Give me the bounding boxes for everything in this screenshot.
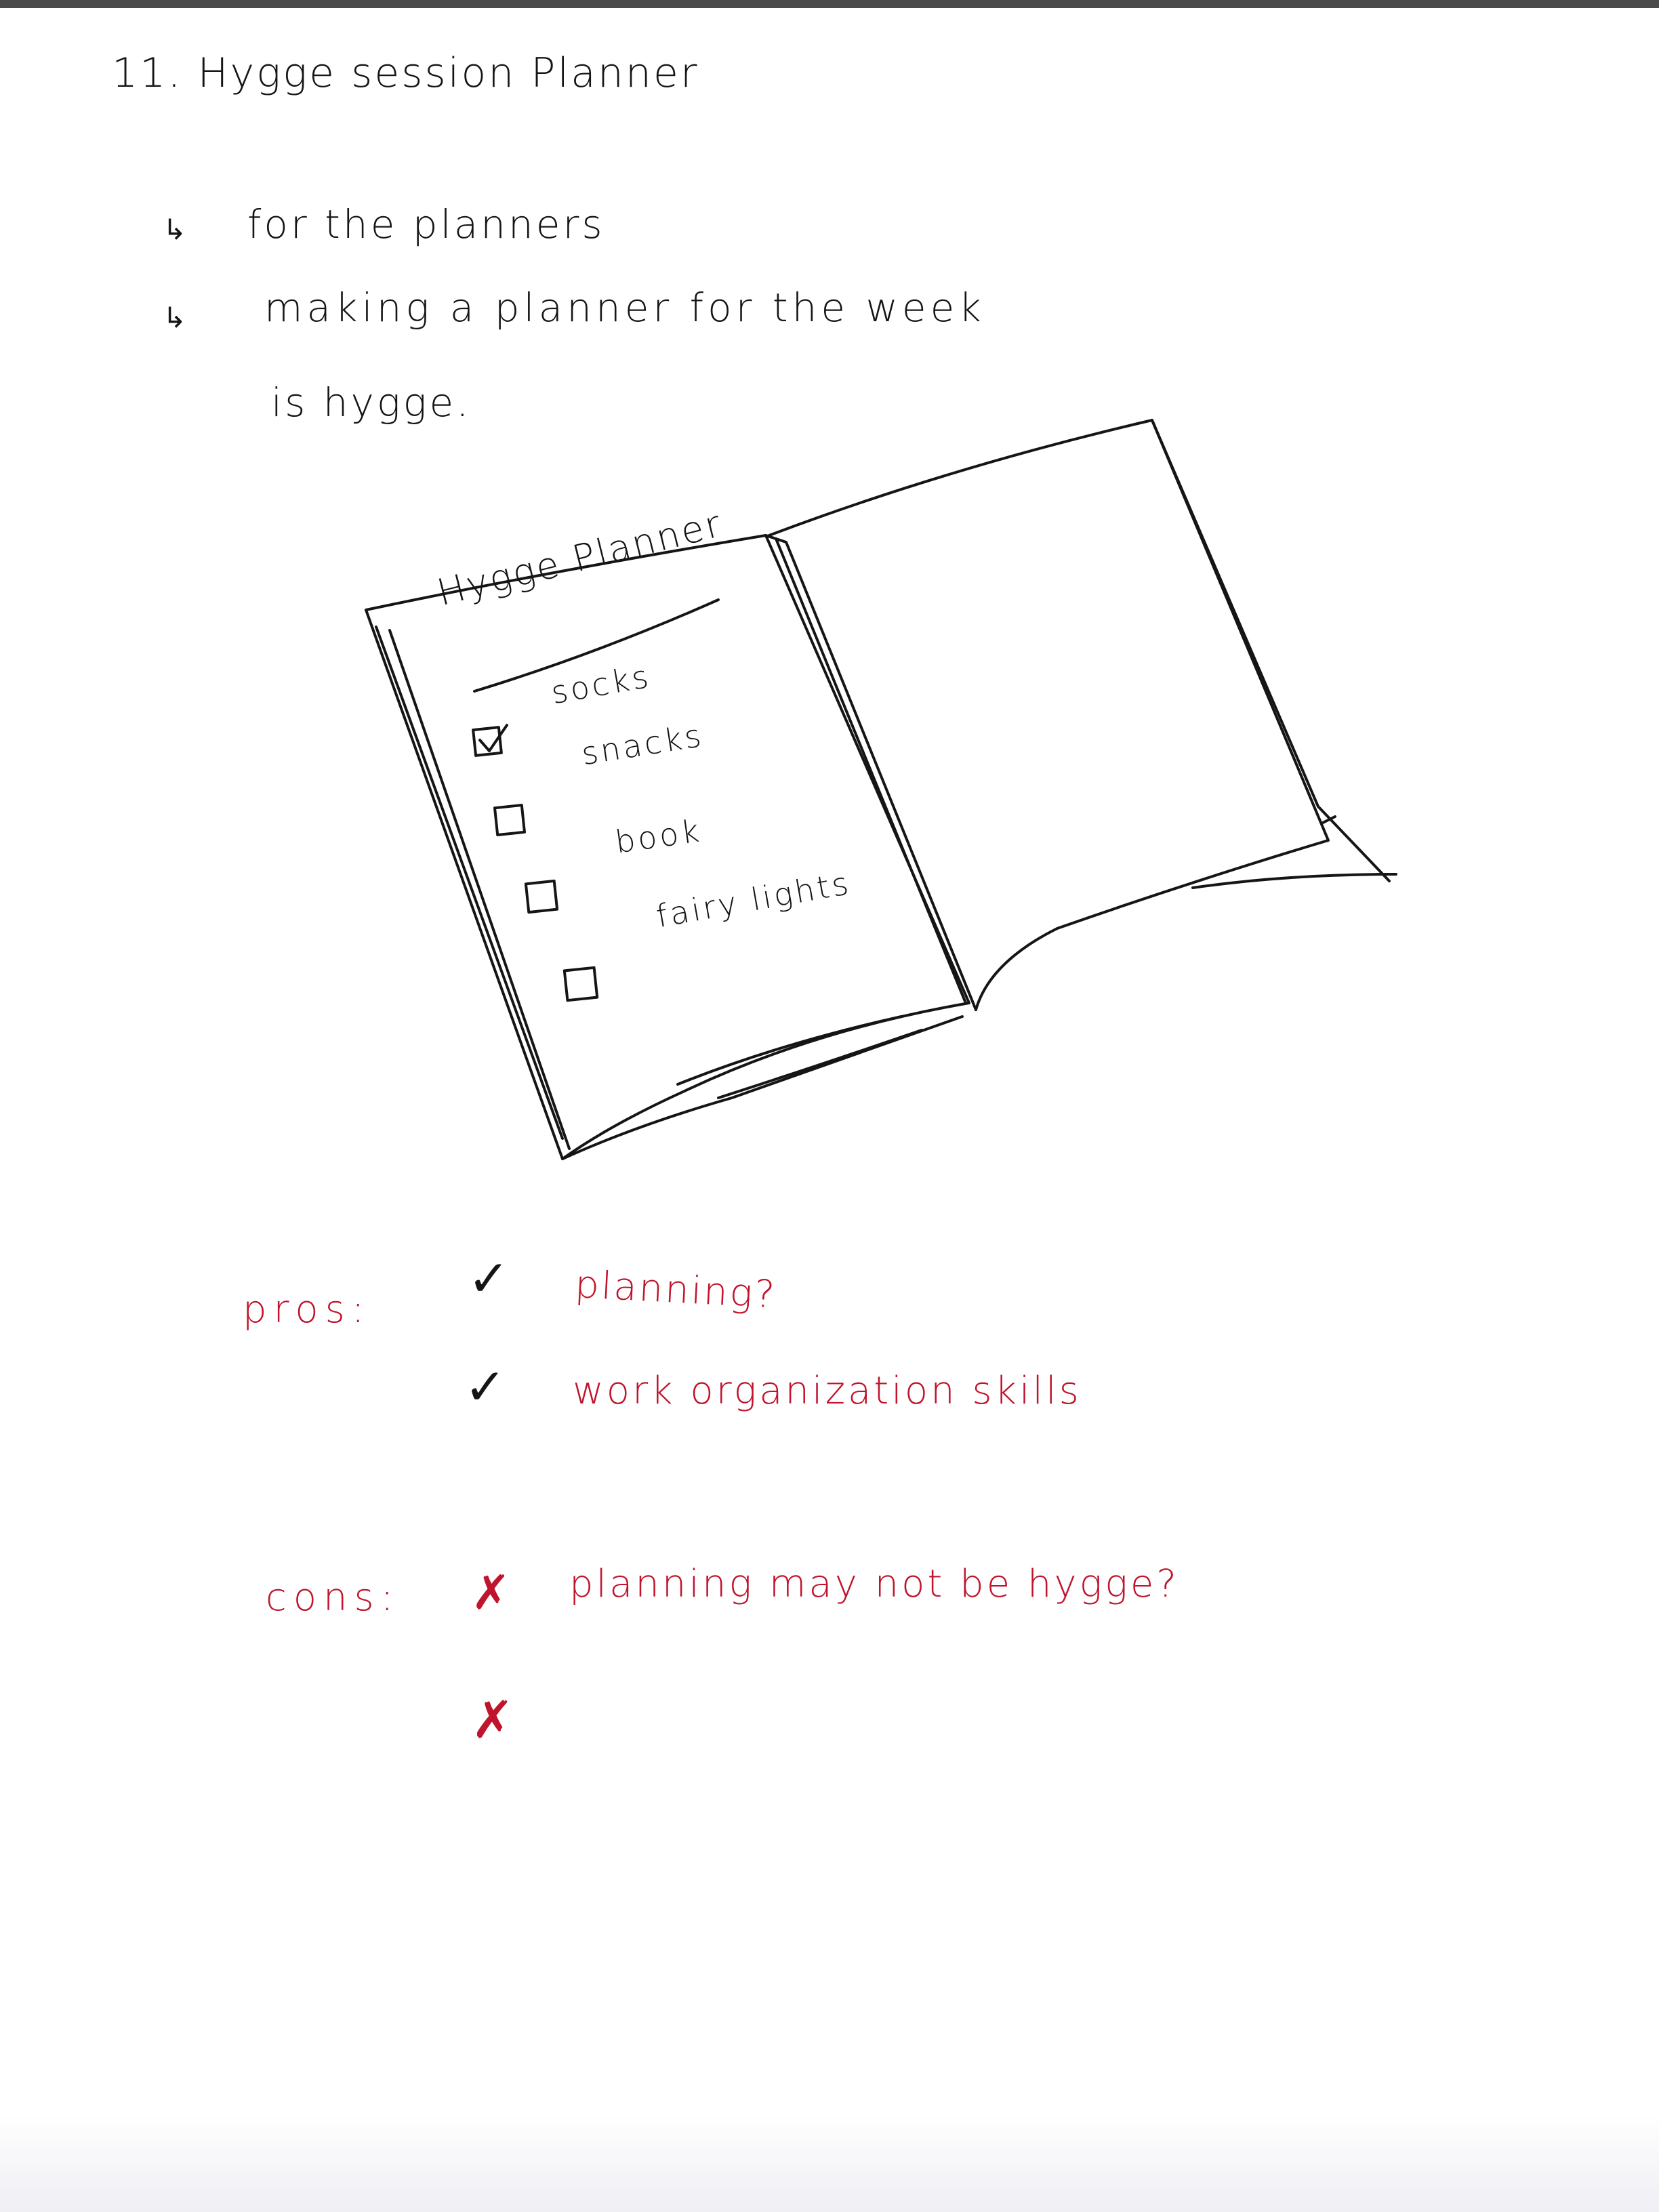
right-page-bottom-edge [1191,873,1397,889]
checkbox-icon [493,804,526,836]
pro-item: planning? [573,1263,778,1317]
cross-icon: ✗ [471,1565,511,1620]
page-bottom-shadow [0,2114,1659,2212]
cons-label: cons: [266,1576,401,1620]
planner-book-sketch [365,419,1397,1160]
left-page-edge [388,629,571,1150]
book-spine [775,537,967,1004]
con-item: planning may not be hygge? [569,1562,1180,1606]
pro-item: work organization skills [573,1369,1082,1413]
cross-icon: ✗ [471,1689,514,1750]
checkbox-icon [524,879,559,914]
right-page-outline [768,419,1330,1011]
check-icon: ✓ [464,1358,507,1416]
pros-label: pros: [243,1288,371,1332]
checkbox-icon [562,966,599,1002]
check-icon: ✓ [468,1250,510,1308]
notebook-page: 11. Hygge session Planner ↳ for the plan… [0,0,1659,2212]
right-page-outline [1151,419,1391,882]
